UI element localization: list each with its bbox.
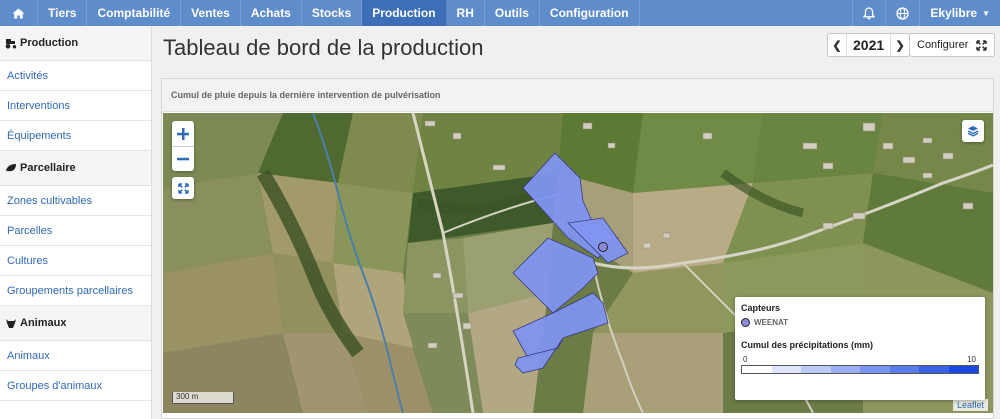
legend-rain-title: Cumul des précipitations (mm) [741, 340, 874, 350]
sidebar-item-activites[interactable]: Activités [0, 61, 151, 91]
top-navbar: Tiers Comptabilité Ventes Achats Stocks … [0, 0, 1000, 26]
minus-icon [177, 157, 189, 161]
legend-range: 0 10 [741, 355, 979, 364]
legend-range-max: 10 [967, 355, 976, 364]
globe-icon [896, 6, 910, 20]
chevron-right-icon: ❯ [895, 39, 905, 52]
map-scale: 300 m [172, 392, 234, 404]
nav-achats[interactable]: Achats [241, 0, 302, 26]
year-selector: ❮ 2021 ❯ [827, 33, 911, 57]
bell-icon [863, 6, 876, 19]
nav-stocks[interactable]: Stocks [302, 0, 363, 26]
panel-title: Cumul de pluie depuis la dernière interv… [162, 79, 993, 112]
tractor-icon [5, 38, 17, 49]
sidebar-item-equipements[interactable]: Équipements [0, 121, 151, 151]
cow-icon [5, 318, 17, 329]
sidebar-item-zones-cultivables[interactable]: Zones cultivables [0, 186, 151, 216]
layers-icon [967, 126, 979, 137]
legend-scale-cell [948, 366, 978, 373]
layers-button[interactable] [962, 120, 984, 142]
zoom-in-button[interactable] [172, 121, 194, 146]
sidebar-item-interventions[interactable]: Interventions [0, 91, 151, 121]
legend-scale-cell [771, 366, 801, 373]
nav-rh[interactable]: RH [447, 0, 485, 26]
sidebar-section-title: Animaux [20, 317, 67, 329]
fullscreen-button[interactable] [172, 177, 194, 199]
nav-tiers[interactable]: Tiers [38, 0, 88, 26]
expand-icon [976, 39, 987, 51]
notifications-button[interactable] [852, 0, 885, 26]
sensor-dot-icon [741, 318, 750, 327]
sidebar-item-parcelles[interactable]: Parcelles [0, 216, 151, 246]
nav-ventes[interactable]: Ventes [181, 0, 241, 26]
home-icon [12, 8, 25, 18]
map[interactable]: 300 m Leaflet Capteurs WEENAT Cumul des … [163, 113, 993, 413]
configure-button[interactable]: Configurer [909, 33, 977, 57]
sidebar-section-title: Production [20, 37, 79, 49]
zoom-out-button[interactable] [172, 146, 194, 171]
year-value: 2021 [846, 34, 892, 56]
zoom-control [172, 121, 194, 171]
nav-outils[interactable]: Outils [485, 0, 540, 26]
main-content: Tableau de bord de la production ❮ 2021 … [152, 26, 1000, 419]
legend-scale-cell [801, 366, 831, 373]
help-button[interactable] [885, 0, 919, 26]
next-year-button[interactable]: ❯ [891, 34, 909, 56]
expand-button[interactable] [969, 33, 995, 57]
sidebar-section-title: Parcellaire [20, 162, 76, 174]
legend-range-min: 0 [743, 355, 748, 364]
legend-sensor-item: WEENAT [741, 318, 979, 327]
map-attribution[interactable]: Leaflet [953, 399, 989, 411]
nav-production[interactable]: Production [362, 0, 447, 26]
legend-scale-cell [919, 366, 949, 373]
sidebar-section-parcellaire: Parcellaire [0, 151, 151, 186]
previous-year-button[interactable]: ❮ [828, 34, 846, 56]
nav-comptabilite[interactable]: Comptabilité [87, 0, 182, 26]
sidebar-item-animaux[interactable]: Animaux [0, 341, 151, 371]
sensor-marker [598, 242, 608, 252]
sidebar-section-animaux: Animaux [0, 306, 151, 341]
legend-scale-cell [889, 366, 919, 373]
nav-configuration[interactable]: Configuration [540, 0, 640, 26]
legend-sensor-name: WEENAT [754, 318, 789, 327]
legend-scale-cell [830, 366, 860, 373]
user-menu[interactable]: Ekylibre ▼ [919, 0, 1000, 26]
chevron-left-icon: ❮ [832, 39, 842, 52]
legend-scale-cell [860, 366, 890, 373]
legend-color-scale [741, 365, 979, 374]
caret-down-icon: ▼ [982, 8, 990, 18]
map-legend: Capteurs WEENAT Cumul des précipitations… [735, 297, 985, 400]
user-name: Ekylibre [930, 6, 978, 20]
sidebar-item-cultures[interactable]: Cultures [0, 246, 151, 276]
plus-icon [177, 127, 189, 140]
sidebar-item-groupements-parcellaires[interactable]: Groupements parcellaires [0, 276, 151, 306]
sidebar-item-groupes-animaux[interactable]: Groupes d'animaux [0, 371, 151, 401]
rain-panel: Cumul de pluie depuis la dernière interv… [161, 78, 994, 419]
sidebar: Production Activités Interventions Équip… [0, 26, 152, 419]
legend-sensors-title: Capteurs [741, 303, 781, 313]
crop-zone-polygons [512, 152, 629, 374]
leaf-icon [5, 163, 17, 173]
home-button[interactable] [0, 0, 38, 26]
legend-scale-cell [742, 366, 772, 373]
fullscreen-icon [177, 182, 189, 194]
sidebar-section-production: Production [0, 26, 151, 61]
page-title: Tableau de bord de la production [163, 35, 484, 60]
